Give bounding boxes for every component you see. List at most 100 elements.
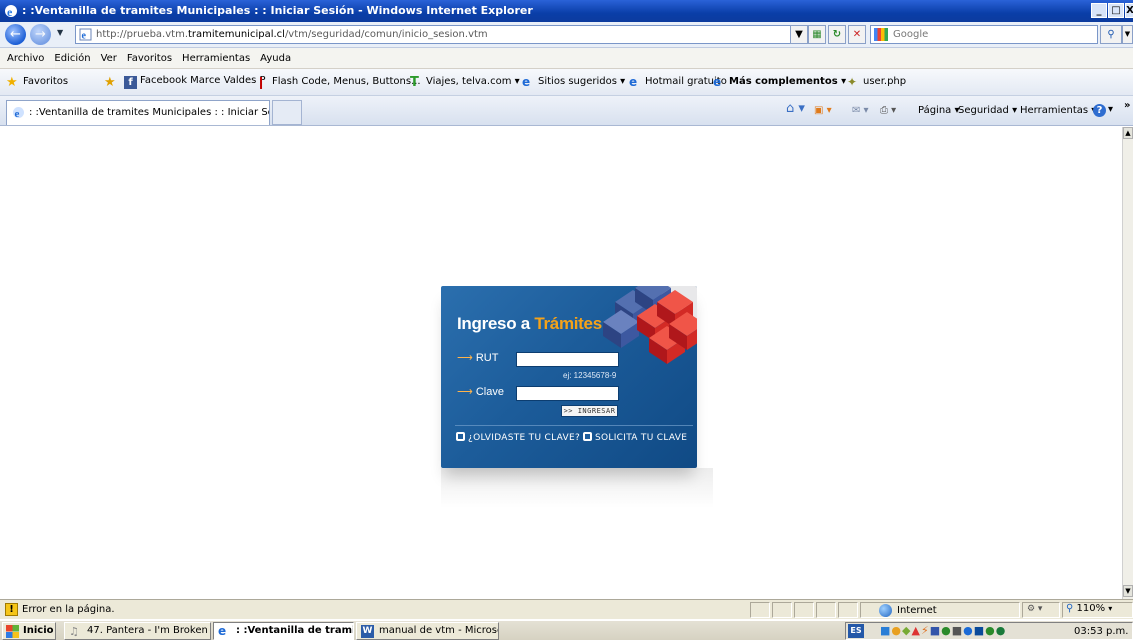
arrow-right-icon: ⟶: [457, 386, 473, 398]
search-icon[interactable]: ⚲: [1100, 25, 1122, 44]
fav-mas-complementos[interactable]: e Más complementos ▾: [713, 75, 846, 89]
svg-text:e: e: [15, 108, 20, 119]
zone-label: Internet: [897, 605, 937, 616]
status-cell: [750, 602, 770, 618]
task-winamp[interactable]: ♫ 47. Pantera - I'm Broken ...: [64, 622, 211, 640]
taskbar: Inicio ♫ 47. Pantera - I'm Broken ... e …: [0, 620, 1133, 640]
search-options-icon[interactable]: ▼: [1122, 25, 1133, 44]
menu-favoritos[interactable]: Favoritos: [122, 48, 177, 69]
star-icon: ★: [6, 75, 18, 90]
minimize-button[interactable]: _: [1091, 3, 1107, 18]
login-reflection: [441, 468, 713, 508]
favorites-button[interactable]: ★ Favoritos: [6, 75, 69, 90]
status-cell: [772, 602, 792, 618]
svg-text:e: e: [82, 31, 87, 42]
back-button[interactable]: ←: [5, 24, 26, 45]
forward-button[interactable]: →: [30, 24, 51, 45]
rss-icon[interactable]: ▣ ▾: [814, 105, 832, 116]
new-tab-button[interactable]: [272, 100, 302, 125]
menu-ayuda[interactable]: Ayuda: [255, 48, 296, 69]
tools-menu[interactable]: Herramientas ▾: [1020, 105, 1096, 116]
print-icon[interactable]: ⎙ ▾: [880, 105, 896, 116]
zoom-control[interactable]: ⚲ 110% ▾: [1062, 602, 1133, 618]
scroll-up-icon[interactable]: ▲: [1123, 127, 1133, 139]
ie-page-icon: e: [629, 75, 638, 89]
tab-bar: e : :Ventanilla de tramites Municipales …: [0, 96, 1133, 126]
request-password-link[interactable]: SOLICITA TU CLAVE: [583, 432, 687, 443]
fav-sitios-sugeridos[interactable]: e Sitios sugeridos ▾: [522, 75, 625, 89]
divider: [455, 425, 693, 426]
menu-ver[interactable]: Ver: [96, 48, 122, 69]
protected-mode-icon[interactable]: ⚙ ▾: [1022, 602, 1060, 618]
fav-facebook[interactable]: f Facebook Marce Valdes P: [124, 75, 266, 89]
warning-icon[interactable]: !: [5, 603, 18, 616]
help-icon[interactable]: ?: [1093, 104, 1106, 117]
telva-icon: T: [410, 75, 419, 90]
ingresar-button[interactable]: >> INGRESAR: [561, 405, 618, 417]
menu-edicion[interactable]: Edición: [49, 48, 95, 69]
window-title: : :Ventanilla de tramites Municipales : …: [22, 4, 533, 17]
ie-tab-icon: e: [13, 107, 24, 119]
home-icon[interactable]: ⌂ ▾: [786, 101, 805, 116]
cubes-logo-icon: [603, 286, 697, 364]
add-favorite-icon[interactable]: ★: [104, 75, 120, 90]
php-icon: ✦: [847, 75, 858, 89]
arrow-right-icon: ⟶: [457, 352, 473, 364]
restore-button[interactable]: □: [1108, 3, 1124, 18]
word-icon: W: [361, 625, 374, 638]
help-dropdown-icon[interactable]: ▾: [1108, 104, 1113, 115]
history-dropdown-icon[interactable]: ▼: [57, 28, 63, 37]
zoom-level: 110%: [1076, 603, 1106, 614]
favorites-label: Favoritos: [23, 76, 69, 87]
scroll-down-icon[interactable]: ▼: [1123, 585, 1133, 597]
fav-flash-code[interactable]: ❙ Flash Code, Menus, Buttons...: [256, 75, 421, 89]
mail-icon[interactable]: ✉ ▾: [852, 105, 869, 116]
fav-user-php[interactable]: ✦ user.php: [847, 75, 906, 89]
music-icon: ♫: [69, 625, 79, 638]
start-button[interactable]: Inicio: [2, 622, 56, 640]
tab-label: : :Ventanilla de tramites Municipales : …: [29, 107, 270, 118]
system-tray: ES ■●◆▲⚡■●■●■●● 03:53 p.m.: [845, 622, 1133, 640]
windows-logo-icon: [6, 625, 19, 638]
refresh-icon[interactable]: ↻: [828, 25, 846, 44]
rut-label: RUT: [475, 352, 499, 364]
rut-label-row: ⟶ RUT: [457, 351, 498, 364]
forgot-password-link[interactable]: ¿OLVIDASTE TU CLAVE?: [456, 432, 580, 443]
rut-input[interactable]: [516, 352, 619, 367]
page-icon: e: [79, 28, 92, 41]
ie-icon: e: [218, 624, 227, 638]
task-ie[interactable]: e : :Ventanilla de tramit...: [213, 622, 354, 640]
url-prefix: http://prueba.vtm.: [96, 29, 188, 40]
menu-archivo[interactable]: Archivo: [2, 48, 49, 69]
toolbar-overflow-icon[interactable]: »: [1124, 100, 1130, 111]
page-menu[interactable]: Página ▾: [918, 105, 960, 116]
stop-icon[interactable]: ✕: [848, 25, 866, 44]
vertical-scrollbar[interactable]: ▲ ▼: [1122, 127, 1133, 599]
ie-icon: e: [522, 75, 531, 89]
task-word[interactable]: W manual de vtm - Microsof...: [356, 622, 499, 640]
rut-hint: ej: 12345678-9: [563, 371, 617, 380]
status-cell: [838, 602, 858, 618]
compatibility-icon[interactable]: ▦: [808, 25, 826, 44]
tab-current[interactable]: e : :Ventanilla de tramites Municipales …: [6, 100, 270, 125]
language-indicator[interactable]: ES: [848, 624, 864, 638]
favorites-bar: ★ Favoritos ★ f Facebook Marce Valdes P ❙ F…: [0, 69, 1133, 96]
status-cell: [794, 602, 814, 618]
fav-viajes[interactable]: T Viajes, telva.com ▾: [410, 75, 520, 90]
search-input[interactable]: Google: [870, 25, 1098, 44]
menu-bar: Archivo Edición Ver Favoritos Herramientas Ay…: [0, 48, 1133, 69]
login-panel: Ingreso a Trámites ⟶ RUT ej: 12345678-9 …: [441, 286, 697, 468]
address-dropdown-icon[interactable]: ▼: [790, 25, 808, 44]
clave-label-row: ⟶ Clave: [457, 385, 504, 398]
tray-icons[interactable]: ■●◆▲⚡■●■●■●●: [880, 624, 1006, 637]
close-button[interactable]: X: [1125, 3, 1133, 18]
security-menu[interactable]: Seguridad ▾: [958, 105, 1017, 116]
menu-herramientas[interactable]: Herramientas: [177, 48, 255, 69]
bullet-icon: [583, 432, 592, 441]
zoom-icon: ⚲: [1066, 603, 1074, 614]
clave-input[interactable]: [516, 386, 619, 401]
address-input[interactable]: e http://prueba.vtm.tramitemunicipal.cl/…: [75, 25, 805, 44]
facebook-icon: f: [124, 76, 137, 89]
login-title: Ingreso a Trámites: [457, 314, 602, 333]
clock[interactable]: 03:53 p.m.: [1074, 626, 1128, 637]
